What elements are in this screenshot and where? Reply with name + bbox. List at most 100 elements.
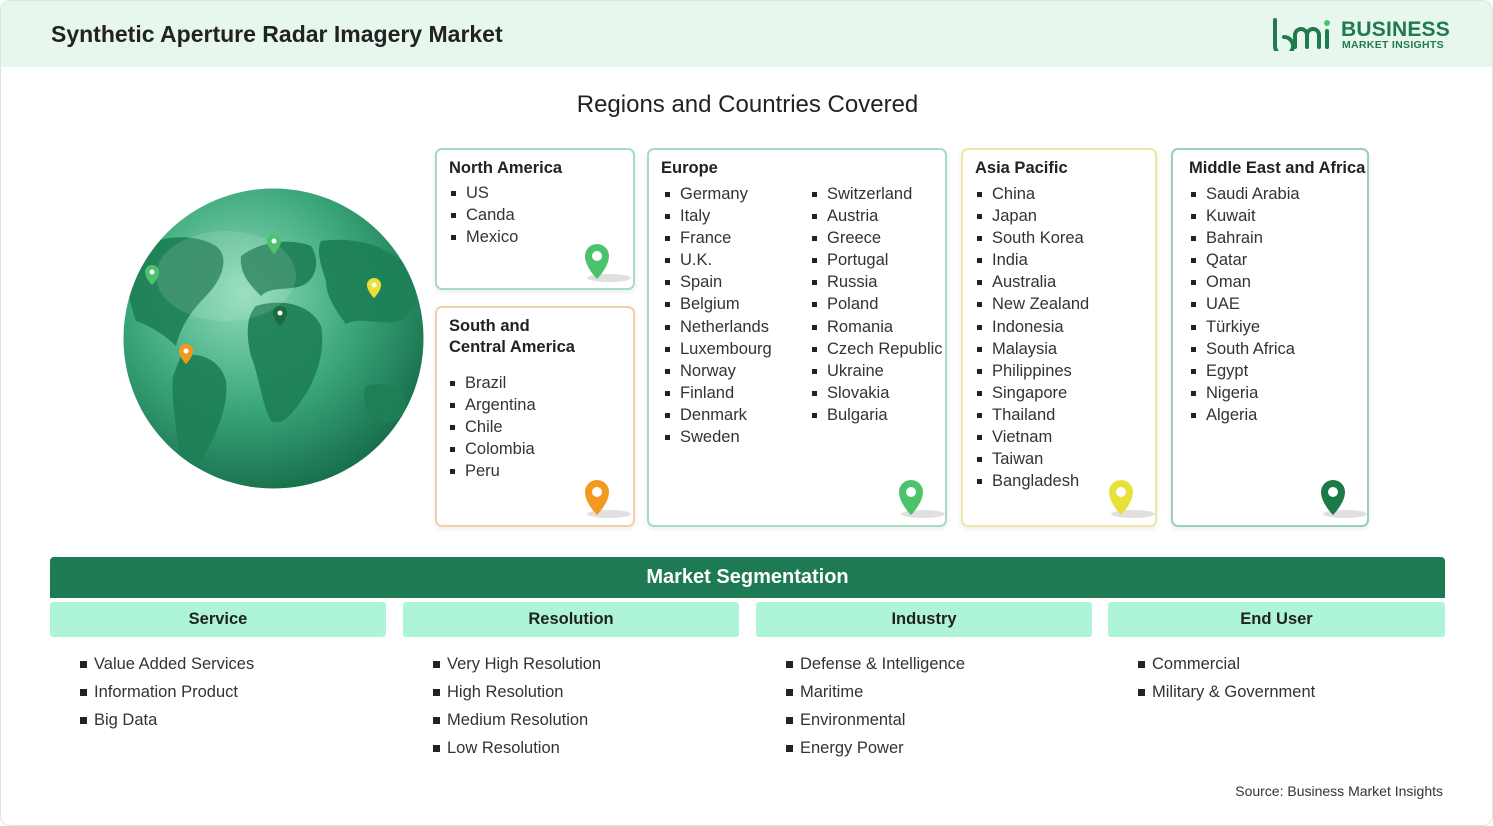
region-title-south-central-america: South and Central America [449,317,575,356]
country-item: Czech Republic [810,338,943,360]
country-item: Qatar [1189,249,1300,271]
page-title: Synthetic Aperture Radar Imagery Market [51,21,503,47]
country-item: Bulgaria [810,404,943,426]
country-item: U.K. [663,249,772,271]
segment-item: Military & Government [1138,678,1315,706]
source-note: Source: Business Market Insights [1235,783,1443,799]
segment-item: Medium Resolution [433,706,601,734]
segment-item: Energy Power [786,734,965,762]
segment-item: Very High Resolution [433,650,601,678]
regions-title: Regions and Countries Covered [576,91,919,118]
country-item: Türkiye [1189,316,1300,338]
country-item: Ukraine [810,360,943,382]
country-item: Germany [663,183,772,205]
region-card-south-central-america: South and Central America Brazil Argentin… [435,306,635,527]
region-title-europe: Europe [661,159,718,177]
country-item: France [663,227,772,249]
segment-item: Big Data [80,706,254,734]
region-list-europe-col1: Germany Italy France U.K. Spain Belgium Nether… [663,183,772,448]
country-item: Russia [810,271,943,293]
segment-list-service: Value Added Services Information Product B… [80,650,254,734]
country-item: Finland [663,382,772,404]
segment-header-service: Service [50,602,386,637]
country-item: Switzerland [810,183,943,205]
country-item: Saudi Arabia [1189,183,1300,205]
region-list-asia-pacific: China Japan South Korea India Australia New Z… [975,183,1089,492]
country-item: Belgium [663,293,772,315]
country-item: Mexico [449,226,518,248]
map-pin-icon [899,480,945,518]
country-item: Luxembourg [663,338,772,360]
country-item: Italy [663,205,772,227]
country-item: Japan [975,205,1089,227]
segment-list-end-user: Commercial Military & Government [1138,650,1315,706]
map-pin-icon [585,244,631,282]
brand-logo: BUSINESS MARKET INSIGHTS [1271,17,1450,53]
country-item: Sweden [663,426,772,448]
country-item: Chile [448,416,536,438]
segment-item: Value Added Services [80,650,254,678]
country-item: Australia [975,271,1089,293]
region-card-asia-pacific: Asia Pacific China Japan South Korea India A… [961,148,1157,527]
country-item: Brazil [448,372,536,394]
country-item: China [975,183,1089,205]
region-list-europe-col2: Switzerland Austria Greece Portugal Russia Po… [810,183,943,426]
region-list-middle-east-africa: Saudi Arabia Kuwait Bahrain Qatar Oman UAE Tür… [1189,183,1300,426]
region-card-middle-east-africa: Middle East and Africa Saudi Arabia Kuwai… [1171,148,1369,527]
country-item: Thailand [975,404,1089,426]
country-item: Spain [663,271,772,293]
country-item: Austria [810,205,943,227]
map-pin-icon [1321,480,1367,518]
segment-item: Commercial [1138,650,1315,678]
country-item: Netherlands [663,316,772,338]
country-item: Egypt [1189,360,1300,382]
country-item: Denmark [663,404,772,426]
region-card-europe: Europe Germany Italy France U.K. Spain Belgiu… [647,148,947,527]
segment-header-resolution: Resolution [403,602,739,637]
segment-list-industry: Defense & Intelligence Maritime Environmen… [786,650,965,762]
country-item: Nigeria [1189,382,1300,404]
country-item: Poland [810,293,943,315]
segment-header-end-user: End User [1108,602,1445,637]
country-item: Algeria [1189,404,1300,426]
country-item: Indonesia [975,316,1089,338]
header-bar: Synthetic Aperture Radar Imagery Market … [1,1,1492,67]
map-pin-icon [1109,480,1155,518]
country-item: Canda [449,204,518,226]
segment-item: Low Resolution [433,734,601,762]
country-item: Singapore [975,382,1089,404]
segmentation-title: Market Segmentation [50,557,1445,598]
segment-item: Defense & Intelligence [786,650,965,678]
country-item: New Zealand [975,293,1089,315]
country-item: India [975,249,1089,271]
segment-list-resolution: Very High Resolution High Resolution Mediu… [433,650,601,762]
country-item: Philippines [975,360,1089,382]
segment-header-industry: Industry [756,602,1092,637]
country-item: Romania [810,316,943,338]
segment-item: High Resolution [433,678,601,706]
country-item: US [449,182,518,204]
country-item: South Korea [975,227,1089,249]
country-item: Slovakia [810,382,943,404]
country-item: Vietnam [975,426,1089,448]
country-item: Portugal [810,249,943,271]
country-item: Peru [448,460,536,482]
country-item: Malaysia [975,338,1089,360]
map-pin-icon [585,480,631,518]
country-item: Taiwan [975,448,1089,470]
bmi-logo-icon [1273,18,1330,51]
country-item: UAE [1189,293,1300,315]
region-list-south-central-america: Brazil Argentina Chile Colombia Peru [448,372,536,482]
country-item: Colombia [448,438,536,460]
region-list-north-america: US Canda Mexico [449,182,518,248]
segment-item: Maritime [786,678,965,706]
country-item: Argentina [448,394,536,416]
region-title-middle-east-africa: Middle East and Africa [1189,159,1366,177]
segment-item: Environmental [786,706,965,734]
country-item: South Africa [1189,338,1300,360]
globe-icon [123,188,424,489]
country-item: Kuwait [1189,205,1300,227]
segment-item: Information Product [80,678,254,706]
country-item: Oman [1189,271,1300,293]
country-item: Bahrain [1189,227,1300,249]
